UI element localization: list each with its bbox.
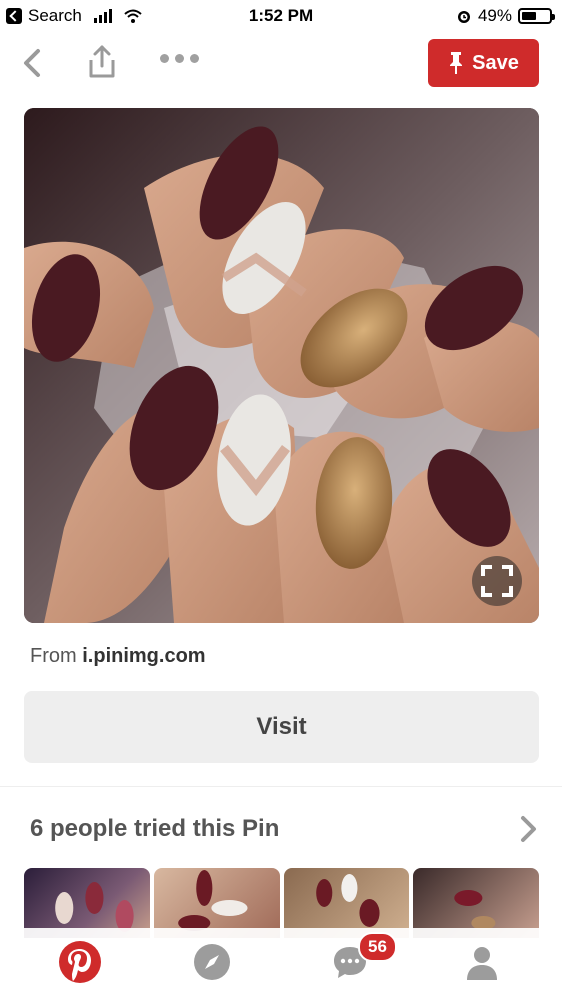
pin-image[interactable] — [24, 108, 539, 623]
battery-percent: 49% — [477, 6, 512, 25]
section-divider — [0, 786, 562, 787]
pinterest-logo-icon — [59, 941, 101, 983]
save-label: Save — [472, 51, 519, 74]
visit-label: Visit — [256, 713, 307, 740]
tab-profile[interactable] — [460, 940, 504, 984]
status-bar: Search 1:52 PM 49% — [0, 0, 562, 32]
tab-home[interactable] — [58, 940, 102, 984]
expand-icon — [481, 565, 513, 597]
compass-icon — [194, 944, 230, 980]
more-options-icon[interactable] — [160, 54, 199, 63]
save-button[interactable]: Save — [428, 39, 539, 87]
source-prefix: From — [30, 645, 77, 667]
pin-icon — [450, 52, 463, 74]
share-icon[interactable] — [86, 44, 118, 80]
expand-image-button[interactable] — [472, 556, 522, 606]
bottom-tab-bar: 56 — [0, 928, 562, 1000]
battery-icon — [518, 8, 555, 24]
pin-toolbar: Save — [0, 32, 562, 96]
tab-explore[interactable] — [190, 940, 234, 984]
profile-icon — [467, 947, 497, 980]
pin-source: From i.pinimg.com — [30, 645, 206, 668]
back-chevron-icon[interactable] — [18, 46, 48, 80]
alarm-icon — [457, 11, 470, 23]
chevron-right-icon[interactable] — [518, 814, 540, 844]
visit-button[interactable]: Visit — [24, 691, 539, 763]
nail-art-photo — [24, 108, 539, 623]
source-domain-link[interactable]: i.pinimg.com — [82, 645, 205, 667]
tried-section-title[interactable]: 6 people tried this Pin — [30, 815, 279, 843]
notifications-badge: 56 — [358, 932, 397, 962]
